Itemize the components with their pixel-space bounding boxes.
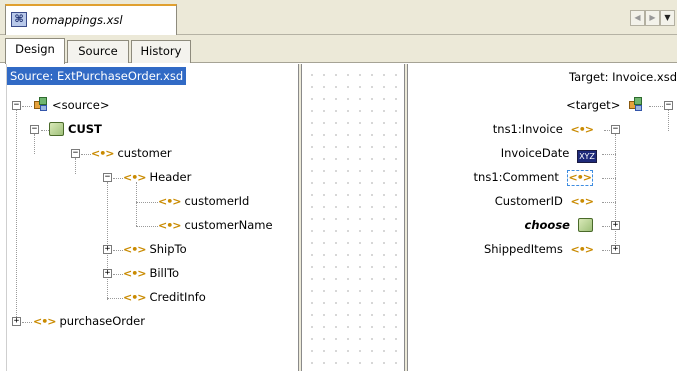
tree-node-tns1-invoice[interactable]: tns1:Invoice <•> (493, 119, 597, 139)
tree-connector (81, 154, 91, 155)
tree-connector (615, 134, 616, 252)
tab-list-dropdown-icon[interactable]: ▼ (660, 10, 675, 26)
target-header: Target: Invoice.xsd (569, 70, 677, 84)
expand-icon[interactable]: + (611, 245, 620, 254)
xyz-function-icon: XYZ (577, 150, 597, 163)
tree-connector (602, 154, 616, 155)
tree-node-choose[interactable]: choose (525, 215, 597, 235)
tree-connector (22, 322, 32, 323)
tree-connector (107, 182, 108, 300)
source-root-icon (33, 96, 49, 112)
element-icon: <•> (158, 195, 181, 208)
tree-node-billto[interactable]: <•> BillTo (123, 263, 179, 283)
tree-connector (136, 202, 158, 203)
tree-node-invoicedate[interactable]: InvoiceDate XYZ (501, 143, 597, 163)
element-icon: <•> (123, 267, 146, 280)
collapse-icon[interactable]: − (12, 101, 21, 110)
tree-connector (34, 134, 35, 154)
element-icon: <•> (570, 195, 594, 208)
file-tab-nomappings[interactable]: ⌘ nomappings.xsl (5, 4, 177, 35)
tree-node-purchaseorder[interactable]: <•> purchaseOrder (33, 311, 145, 331)
tree-connector (602, 202, 616, 203)
element-icon: <•> (123, 291, 146, 304)
collapse-icon[interactable]: − (611, 125, 620, 134)
mapping-canvas[interactable] (302, 64, 404, 371)
tree-connector (41, 130, 49, 131)
tree-connector (668, 107, 669, 131)
tree-node-customerid-target[interactable]: CustomerID <•> (495, 191, 597, 211)
source-header: Source: ExtPurchaseOrder.xsd (7, 67, 187, 85)
tree-node-customer[interactable]: <•> customer (91, 143, 172, 163)
tree-node-customerid[interactable]: <•> customerId (158, 191, 249, 211)
prev-tab-icon[interactable]: ◀ (630, 10, 645, 26)
tree-connector (75, 158, 76, 174)
tree-connector (649, 106, 663, 107)
tree-node-header[interactable]: <•> Header (123, 167, 191, 187)
tree-node-creditinfo[interactable]: <•> CreditInfo (123, 287, 206, 307)
collapse-icon[interactable]: − (664, 101, 673, 110)
editor-tab-strip: ⌘ nomappings.xsl ◀ ▶ ▼ (0, 0, 677, 35)
tab-history[interactable]: History (131, 40, 191, 63)
tree-connector (107, 298, 123, 299)
element-icon: <•> (570, 243, 594, 256)
tree-connector (136, 182, 137, 226)
tree-connector (136, 226, 158, 227)
tree-node-tns1-comment[interactable]: tns1:Comment <•> (474, 167, 597, 187)
element-icon: <•> (33, 315, 56, 328)
tree-node-target-root[interactable]: <target> (566, 95, 647, 115)
tree-connector (113, 250, 123, 251)
file-tab-label: nomappings.xsl (32, 13, 123, 27)
tree-node-cust[interactable]: CUST (49, 119, 102, 139)
tree-connector (113, 178, 123, 179)
tree-connector (22, 106, 32, 107)
expand-icon[interactable]: + (103, 245, 112, 254)
complex-type-icon (49, 122, 64, 136)
element-icon: <•> (570, 123, 594, 136)
xsl-file-icon: ⌘ (11, 12, 27, 27)
collapse-icon[interactable]: − (71, 149, 80, 158)
expand-icon[interactable]: + (103, 269, 112, 278)
expand-icon[interactable]: + (12, 317, 21, 326)
tree-node-shipto[interactable]: <•> ShipTo (123, 239, 187, 259)
view-tabs: Design Source History (0, 35, 677, 64)
tab-design[interactable]: Design (5, 38, 65, 64)
collapse-icon[interactable]: − (103, 173, 112, 182)
tree-connector (16, 109, 17, 321)
target-tree-pane[interactable]: Target: Invoice.xsd <target> − tns1:Invo… (408, 64, 677, 371)
tree-connector (602, 178, 616, 179)
complex-type-icon (578, 218, 593, 232)
tab-source[interactable]: Source (67, 40, 129, 63)
tree-node-shippeditems[interactable]: ShippedItems <•> (484, 239, 597, 259)
target-root-icon (628, 96, 644, 112)
next-tab-icon[interactable]: ▶ (645, 10, 660, 26)
expand-icon[interactable]: + (611, 221, 620, 230)
element-icon: <•> (158, 219, 181, 232)
element-icon: <•> (123, 171, 146, 184)
tab-nav-controls: ◀ ▶ ▼ (630, 10, 675, 26)
element-icon: <•> (566, 170, 593, 186)
tree-node-customername[interactable]: <•> customerName (158, 215, 273, 235)
tree-connector (602, 226, 610, 227)
tree-connector (113, 274, 123, 275)
element-icon: <•> (123, 243, 146, 256)
tree-connector (602, 250, 610, 251)
tree-node-source-root[interactable]: <source> (33, 95, 109, 115)
element-icon: <•> (91, 147, 114, 160)
collapse-icon[interactable]: − (30, 125, 39, 134)
source-tree-pane[interactable]: Source: ExtPurchaseOrder.xsd − <source> … (6, 64, 298, 371)
